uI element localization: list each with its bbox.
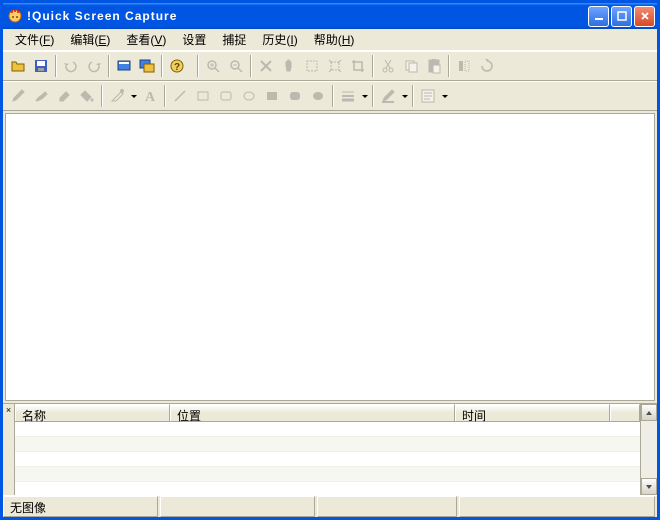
line-button[interactable]: [169, 85, 191, 107]
open-button[interactable]: [7, 55, 29, 77]
window-title: !Quick Screen Capture: [27, 9, 588, 23]
scroll-up-icon[interactable]: [641, 404, 657, 421]
scroll-track[interactable]: [641, 421, 657, 478]
application-window: !Quick Screen Capture 文件(F)编辑(E)查看(V)设置捕…: [0, 0, 660, 520]
svg-text:?: ?: [174, 62, 180, 73]
panel-close-icon[interactable]: ×: [3, 404, 15, 495]
titlebar[interactable]: !Quick Screen Capture: [3, 3, 657, 29]
cut-button[interactable]: [377, 55, 399, 77]
menu-历史[interactable]: 历史(I): [254, 29, 305, 50]
dropdown-arrow-icon[interactable]: [360, 85, 369, 107]
pencil-button[interactable]: [7, 85, 29, 107]
app-icon: [7, 8, 23, 24]
scrollbar[interactable]: [640, 404, 657, 495]
list-body[interactable]: [15, 422, 640, 495]
scroll-down-icon[interactable]: [641, 478, 657, 495]
paste-button[interactable]: [423, 55, 445, 77]
canvas[interactable]: [5, 113, 655, 401]
close-button[interactable]: [634, 6, 655, 27]
toolbar-draw: A: [3, 81, 657, 111]
help-button[interactable]: ?: [166, 55, 188, 77]
hand-button[interactable]: [278, 55, 300, 77]
column-spacer: [610, 404, 640, 421]
save-button[interactable]: [30, 55, 52, 77]
menu-帮助[interactable]: 帮助(H): [306, 29, 363, 50]
toolbar-main: ?: [3, 51, 657, 81]
delete-button[interactable]: [255, 55, 277, 77]
filled-roundrect-button[interactable]: [284, 85, 306, 107]
rect-button[interactable]: [192, 85, 214, 107]
menu-捕捉[interactable]: 捕捉: [214, 29, 254, 50]
statusbar: 无图像: [3, 495, 657, 517]
font-button[interactable]: [417, 85, 439, 107]
dropdown-arrow-icon[interactable]: [129, 85, 138, 107]
copy-button[interactable]: [400, 55, 422, 77]
status-cell-2: [160, 496, 315, 517]
ellipse-button[interactable]: [238, 85, 260, 107]
roundrect-button[interactable]: [215, 85, 237, 107]
filled-rect-button[interactable]: [261, 85, 283, 107]
column-location[interactable]: 位置: [170, 404, 455, 421]
column-name[interactable]: 名称: [15, 404, 170, 421]
picker-button[interactable]: [106, 85, 128, 107]
menu-文件[interactable]: 文件(F): [7, 29, 62, 50]
zoom-out-button[interactable]: [225, 55, 247, 77]
menu-设置[interactable]: 设置: [174, 29, 214, 50]
undo-button[interactable]: [60, 55, 82, 77]
text-button[interactable]: A: [139, 85, 161, 107]
capture-button[interactable]: [113, 55, 135, 77]
filled-ellipse-button[interactable]: [307, 85, 329, 107]
select-button[interactable]: [301, 55, 323, 77]
crop-button[interactable]: [347, 55, 369, 77]
menu-编辑[interactable]: 编辑(E): [62, 29, 118, 50]
fill-button[interactable]: [76, 85, 98, 107]
color-button[interactable]: [377, 85, 399, 107]
column-time[interactable]: 时间: [455, 404, 610, 421]
minimize-button[interactable]: [588, 6, 609, 27]
status-cell-3: [317, 496, 457, 517]
flip-button[interactable]: [453, 55, 475, 77]
crop-extend-button[interactable]: [324, 55, 346, 77]
maximize-button[interactable]: [611, 6, 632, 27]
linewidth-button[interactable]: [337, 85, 359, 107]
redo-button[interactable]: [83, 55, 105, 77]
brush-button[interactable]: [30, 85, 52, 107]
menu-查看[interactable]: 查看(V): [118, 29, 174, 50]
dropdown-arrow-icon[interactable]: [440, 85, 449, 107]
history-panel: × 名称 位置 时间: [3, 403, 657, 495]
eraser-button[interactable]: [53, 85, 75, 107]
rotate-button[interactable]: [476, 55, 498, 77]
svg-text:A: A: [145, 90, 156, 104]
status-text: 无图像: [3, 496, 158, 517]
list-header: 名称 位置 时间: [15, 404, 640, 422]
status-cell-4: [459, 496, 655, 517]
dropdown-arrow-icon[interactable]: [400, 85, 409, 107]
zoom-in-button[interactable]: [202, 55, 224, 77]
menubar: 文件(F)编辑(E)查看(V)设置捕捉历史(I)帮助(H): [3, 29, 657, 51]
capture-window-button[interactable]: [136, 55, 158, 77]
